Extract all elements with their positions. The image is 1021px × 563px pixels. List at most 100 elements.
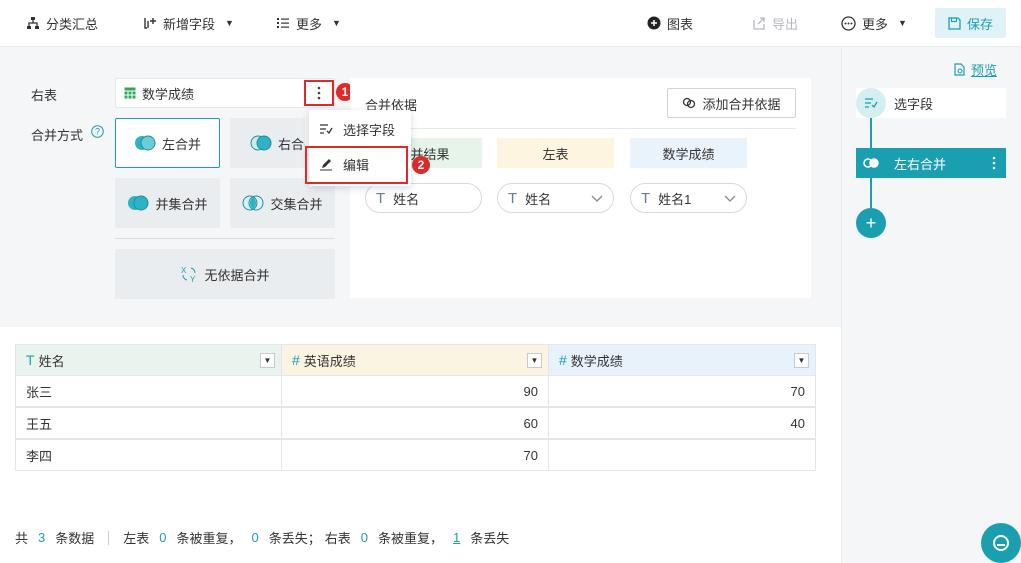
vertical-dots-icon xyxy=(317,86,321,100)
divider xyxy=(115,238,335,239)
add-merge-basis-button[interactable]: 添加合并依据 xyxy=(667,88,796,118)
add-merge-basis-label: 添加合并依据 xyxy=(702,96,781,112)
union-merge-option[interactable]: 并集合并 xyxy=(115,178,220,228)
flow-panel xyxy=(841,47,1021,563)
add-field-button[interactable]: 新增字段 ▼ xyxy=(143,0,234,46)
caret-down-icon: ▼ xyxy=(225,18,234,28)
preview-link[interactable]: 预览 xyxy=(953,60,997,79)
flow-node-lr-merge[interactable]: 左右合并 xyxy=(856,148,1006,178)
svg-text:X: X xyxy=(181,266,187,275)
export-button[interactable]: 导出 xyxy=(752,0,798,46)
table-cell: 60 xyxy=(281,407,549,439)
flow-node-label: 选字段 xyxy=(894,96,934,112)
hierarchy-icon xyxy=(27,17,39,29)
table-icon xyxy=(124,87,136,99)
status-text: 条丢失 xyxy=(470,531,510,546)
add-field-icon xyxy=(144,18,156,29)
left-dup-count: 0 xyxy=(159,530,167,545)
divider xyxy=(108,530,110,545)
number-type-icon: # xyxy=(559,352,567,368)
number-type-icon: # xyxy=(292,352,300,368)
select-field-icon xyxy=(320,124,333,135)
right-merge-label: 右合并 xyxy=(278,136,305,152)
column-header-math[interactable]: # 数学成绩 ▼ xyxy=(548,344,816,376)
union-merge-label: 并集合并 xyxy=(155,196,208,212)
text-type-icon: T xyxy=(26,352,35,368)
table-cell: 90 xyxy=(281,375,549,407)
merge-icon xyxy=(856,148,886,178)
group-summary-label: 分类汇总 xyxy=(46,16,99,32)
add-step-button[interactable]: + xyxy=(856,208,886,238)
link-icon xyxy=(683,97,696,109)
merge-result-field-value: 姓名 xyxy=(393,191,420,207)
caret-down-icon: ▼ xyxy=(332,18,341,28)
flow-connector xyxy=(870,178,872,208)
table-cell xyxy=(548,439,816,471)
plus-icon: + xyxy=(865,212,877,233)
more-left-button[interactable]: 更多 ▼ xyxy=(276,0,341,46)
intersect-merge-icon xyxy=(242,195,264,211)
edit-highlight-box xyxy=(305,146,408,184)
column-header-label: 英语成绩 xyxy=(303,353,356,369)
chart-button[interactable]: 图表 xyxy=(647,0,693,46)
status-text: 共 xyxy=(15,531,29,546)
left-field-value: 姓名 xyxy=(525,191,552,207)
table-more-button[interactable] xyxy=(304,80,334,106)
left-merge-option[interactable]: 左合并 xyxy=(115,118,220,168)
more-right-button[interactable]: 更多 ▼ xyxy=(841,0,907,46)
table-cell: 张三 xyxy=(15,375,282,407)
plus-circle-icon xyxy=(647,16,661,30)
svg-text:Y: Y xyxy=(190,275,196,283)
save-button[interactable]: 保存 xyxy=(935,8,1006,38)
column-header-english[interactable]: # 英语成绩 ▼ xyxy=(281,344,549,376)
flow-node-select-field[interactable]: 选字段 xyxy=(856,88,1006,118)
status-text: 左表 xyxy=(123,531,150,546)
more-right-label: 更多 xyxy=(862,16,889,32)
group-summary-button[interactable]: 分类汇总 xyxy=(26,0,98,46)
column-menu-icon[interactable]: ▼ xyxy=(527,353,542,368)
column-menu-icon[interactable]: ▼ xyxy=(260,353,275,368)
status-text: 条丢失； xyxy=(268,531,321,546)
no-basis-merge-option[interactable]: XY 无依据合并 xyxy=(115,249,335,299)
left-merge-icon xyxy=(134,135,156,151)
no-basis-label: 无依据合并 xyxy=(204,267,270,283)
right-field-select[interactable]: T 姓名1 xyxy=(630,183,747,213)
menu-item-select-field[interactable]: 选择字段 xyxy=(309,112,411,146)
chevron-down-icon xyxy=(724,195,736,202)
list-icon xyxy=(277,18,289,28)
text-type-icon: T xyxy=(641,189,651,207)
status-text: 条被重复， xyxy=(378,531,444,546)
vertical-dots-icon[interactable] xyxy=(992,156,996,170)
svg-text:?: ? xyxy=(95,127,100,137)
preview-label: 预览 xyxy=(971,63,998,78)
column-header-name[interactable]: T 姓名 ▼ xyxy=(15,344,282,376)
table-cell: 70 xyxy=(548,375,816,407)
chart-label: 图表 xyxy=(667,16,694,32)
union-merge-icon xyxy=(128,195,149,211)
right-table-value: 数学成绩 xyxy=(142,86,195,102)
right-lost-count-link[interactable]: 1 xyxy=(453,530,460,545)
cross-arrows-icon: XY xyxy=(181,266,196,283)
table-cell: 王五 xyxy=(15,407,282,439)
help-icon[interactable]: ? xyxy=(91,125,104,138)
support-chat-button[interactable] xyxy=(981,523,1021,563)
preview-icon xyxy=(954,63,965,76)
export-label: 导出 xyxy=(772,16,799,32)
more-left-label: 更多 xyxy=(296,16,323,32)
column-menu-icon[interactable]: ▼ xyxy=(794,353,809,368)
total-count: 3 xyxy=(38,530,46,545)
add-field-label: 新增字段 xyxy=(163,16,216,32)
intersect-merge-label: 交集合并 xyxy=(270,196,323,212)
text-type-icon: T xyxy=(376,189,386,207)
table-cell: 李四 xyxy=(15,439,282,471)
status-text: 条被重复， xyxy=(176,531,242,546)
left-field-select[interactable]: T 姓名 xyxy=(497,183,614,213)
right-merge-option[interactable]: 右合并 xyxy=(230,118,305,168)
merge-result-field-input[interactable]: T 姓名 xyxy=(365,183,482,213)
left-table-header: 左表 xyxy=(497,138,614,168)
select-field-label: 选择字段 xyxy=(343,122,396,138)
right-table-select[interactable]: 数学成绩 xyxy=(115,78,335,108)
column-header-label: 数学成绩 xyxy=(570,353,623,369)
merge-mode-label: 合并方式 xyxy=(31,128,84,143)
text-type-icon: T xyxy=(508,189,518,207)
